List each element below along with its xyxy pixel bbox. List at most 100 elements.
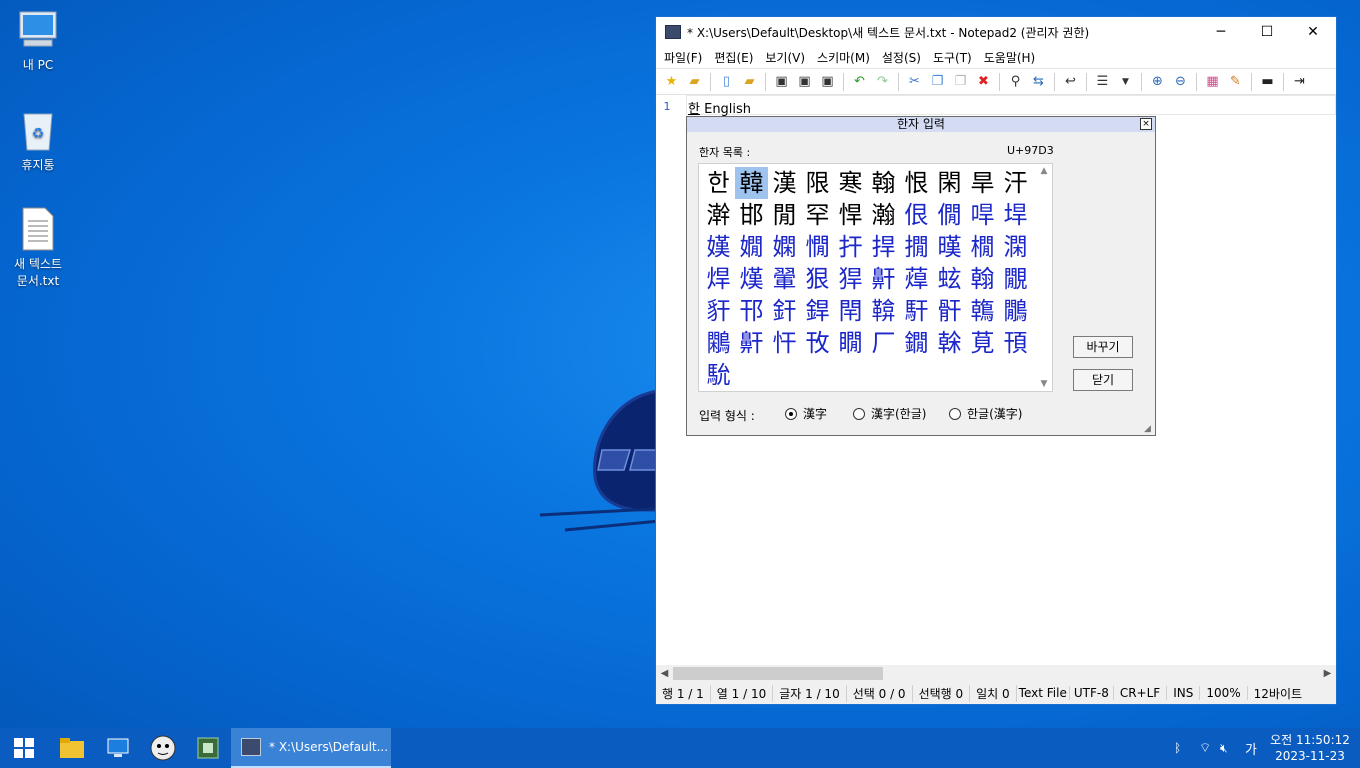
scheme-icon[interactable]: ▦ bbox=[1201, 71, 1224, 93]
hanja-candidate[interactable]: 悍 bbox=[834, 199, 867, 231]
hanja-candidate[interactable]: 翰 bbox=[867, 167, 900, 199]
hanja-candidate[interactable]: 頇 bbox=[999, 327, 1032, 359]
save-as-icon[interactable]: ▣ bbox=[793, 71, 816, 93]
menu-help[interactable]: 도움말(H) bbox=[978, 49, 1042, 66]
mode-radio-hanja[interactable]: 漢字 bbox=[785, 405, 827, 422]
word-wrap-icon[interactable]: ↩ bbox=[1059, 71, 1082, 93]
replace-icon[interactable]: ⇆ bbox=[1027, 71, 1050, 93]
taskbar-monitor-app[interactable] bbox=[96, 728, 140, 768]
status-file-type[interactable]: Text File bbox=[1017, 686, 1070, 700]
desktop-icon-recycle-bin[interactable]: ♻ 휴지통 bbox=[0, 108, 76, 173]
taskbar-cpu-app[interactable] bbox=[186, 728, 230, 768]
hanja-candidate[interactable]: 鷴 bbox=[702, 327, 735, 359]
scroll-left-icon[interactable]: ◀ bbox=[656, 668, 673, 679]
minimize-button[interactable]: ─ bbox=[1198, 17, 1244, 47]
hanja-candidate[interactable]: 翰 bbox=[966, 263, 999, 295]
taskbar-notepad2-task[interactable]: * X:\Users\Default... bbox=[231, 728, 391, 768]
start-button[interactable] bbox=[0, 728, 48, 768]
scroll-thumb[interactable] bbox=[673, 667, 883, 680]
hanja-candidate[interactable]: 寒 bbox=[834, 167, 867, 199]
resize-grip-icon[interactable]: ◢ bbox=[1144, 424, 1154, 434]
dialog-title-bar[interactable]: 한자 입력 × bbox=[687, 117, 1155, 132]
horizontal-scrollbar[interactable]: ◀ ▶ bbox=[656, 665, 1336, 682]
hanja-candidate[interactable]: 閈 bbox=[834, 295, 867, 327]
new-file-icon[interactable]: ▯ bbox=[715, 71, 738, 93]
hanja-candidate[interactable]: 哻 bbox=[966, 199, 999, 231]
delete-icon[interactable]: ✖ bbox=[972, 71, 995, 93]
status-line-ending[interactable]: CR+LF bbox=[1114, 686, 1168, 700]
ime-indicator[interactable]: 가 bbox=[1245, 728, 1261, 768]
hanja-candidate[interactable]: 蚿 bbox=[933, 263, 966, 295]
hanja-candidate[interactable]: 捍 bbox=[867, 231, 900, 263]
hanja-candidate[interactable]: 佷 bbox=[900, 199, 933, 231]
menu-scheme[interactable]: 스키마(M) bbox=[811, 49, 876, 66]
hanja-candidate[interactable]: 暵 bbox=[933, 231, 966, 263]
browse-icon[interactable]: ▰ bbox=[738, 71, 761, 93]
network-icon[interactable]: ⌔ bbox=[1199, 728, 1217, 768]
hanja-candidate[interactable]: 閑 bbox=[933, 167, 966, 199]
clock[interactable]: 오전 11:50:12 2023-11-23 bbox=[1264, 732, 1356, 764]
scroll-right-icon[interactable]: ▶ bbox=[1319, 668, 1336, 679]
title-bar[interactable]: * X:\Users\Default\Desktop\새 텍스트 문서.txt … bbox=[656, 17, 1336, 47]
hanja-candidate[interactable]: 忓 bbox=[768, 327, 801, 359]
status-zoom[interactable]: 100% bbox=[1200, 686, 1248, 700]
save-icon[interactable]: ▣ bbox=[770, 71, 793, 93]
hanja-candidate[interactable]: 限 bbox=[801, 167, 834, 199]
hanja-candidate[interactable]: 覵 bbox=[999, 263, 1032, 295]
status-insert-mode[interactable]: INS bbox=[1167, 686, 1201, 700]
hanja-candidate[interactable]: 嫨 bbox=[702, 231, 735, 263]
menu-edit[interactable]: 편집(E) bbox=[708, 49, 759, 66]
new-favorite-icon[interactable]: ★ bbox=[660, 71, 683, 93]
taskbar-avatar-app[interactable] bbox=[140, 728, 186, 768]
hanja-candidate[interactable]: 旱 bbox=[966, 167, 999, 199]
close-button[interactable]: ✕ bbox=[1290, 17, 1336, 47]
desktop-icon-this-pc[interactable]: 내 PC bbox=[0, 10, 76, 73]
menu-settings[interactable]: 설정(S) bbox=[876, 49, 927, 66]
hanja-candidate[interactable]: 猂 bbox=[834, 263, 867, 295]
hanja-candidate[interactable]: 瞯 bbox=[834, 327, 867, 359]
hanja-candidate[interactable]: 邯 bbox=[735, 199, 768, 231]
hanja-candidate[interactable]: 鞥 bbox=[867, 295, 900, 327]
hanja-candidate[interactable]: 銲 bbox=[801, 295, 834, 327]
save-copy-icon[interactable]: ▣ bbox=[816, 71, 839, 93]
zoom-out-icon[interactable]: ⊖ bbox=[1169, 71, 1192, 93]
redo-icon[interactable]: ↷ bbox=[871, 71, 894, 93]
hanja-candidate[interactable]: 蔊 bbox=[900, 263, 933, 295]
mode-radio-hanja-hangul[interactable]: 漢字(한글) bbox=[853, 405, 926, 422]
dropdown-icon[interactable]: ▼ bbox=[1114, 71, 1137, 93]
scroll-up-icon[interactable]: ▲ bbox=[1036, 166, 1052, 176]
hanja-candidate[interactable]: 厂 bbox=[867, 327, 900, 359]
mode-radio-hangul-hanja[interactable]: 한글(漢字) bbox=[949, 405, 1022, 422]
hanja-candidate[interactable]: 憪 bbox=[801, 231, 834, 263]
hanja-candidate[interactable]: 韓 bbox=[735, 167, 768, 199]
hanja-candidate[interactable]: 榦 bbox=[933, 327, 966, 359]
hanja-candidate[interactable]: 狠 bbox=[801, 263, 834, 295]
zoom-in-icon[interactable]: ⊕ bbox=[1146, 71, 1169, 93]
change-button[interactable]: 바꾸기 bbox=[1073, 336, 1133, 358]
hanja-candidate[interactable]: 澣 bbox=[702, 199, 735, 231]
terminal-icon[interactable]: ▬ bbox=[1256, 71, 1279, 93]
hanja-candidate[interactable]: 澖 bbox=[999, 231, 1032, 263]
hanja-candidate[interactable]: 僩 bbox=[933, 199, 966, 231]
paste-icon[interactable]: ❐ bbox=[949, 71, 972, 93]
hanja-candidate[interactable]: 閒 bbox=[768, 199, 801, 231]
undo-icon[interactable]: ↶ bbox=[848, 71, 871, 93]
hanja-candidate[interactable]: 鐗 bbox=[900, 327, 933, 359]
customize-icon[interactable]: ✎ bbox=[1224, 71, 1247, 93]
volume-muted-icon[interactable]: 🔇︎ bbox=[1220, 728, 1240, 768]
hanja-candidate[interactable]: 嫺 bbox=[735, 231, 768, 263]
hanja-candidate[interactable]: 鼾 bbox=[735, 327, 768, 359]
menu-view[interactable]: 보기(V) bbox=[759, 49, 811, 66]
list-icon[interactable]: ☰ bbox=[1091, 71, 1114, 93]
hanja-candidate[interactable]: 漢 bbox=[768, 167, 801, 199]
hanja-candidate[interactable]: 翬 bbox=[768, 263, 801, 295]
hanja-candidate[interactable]: 馻 bbox=[702, 359, 735, 391]
hanja-candidate[interactable]: 恨 bbox=[900, 167, 933, 199]
hanja-candidate[interactable]: 焊 bbox=[702, 263, 735, 295]
hanja-candidate[interactable]: 垾 bbox=[999, 199, 1032, 231]
hanja-candidate[interactable]: 罕 bbox=[801, 199, 834, 231]
hanja-candidate[interactable]: 馯 bbox=[900, 295, 933, 327]
hanja-candidate[interactable]: 嫻 bbox=[768, 231, 801, 263]
cut-icon[interactable]: ✂ bbox=[903, 71, 926, 93]
hanja-candidate[interactable]: 汗 bbox=[999, 167, 1032, 199]
